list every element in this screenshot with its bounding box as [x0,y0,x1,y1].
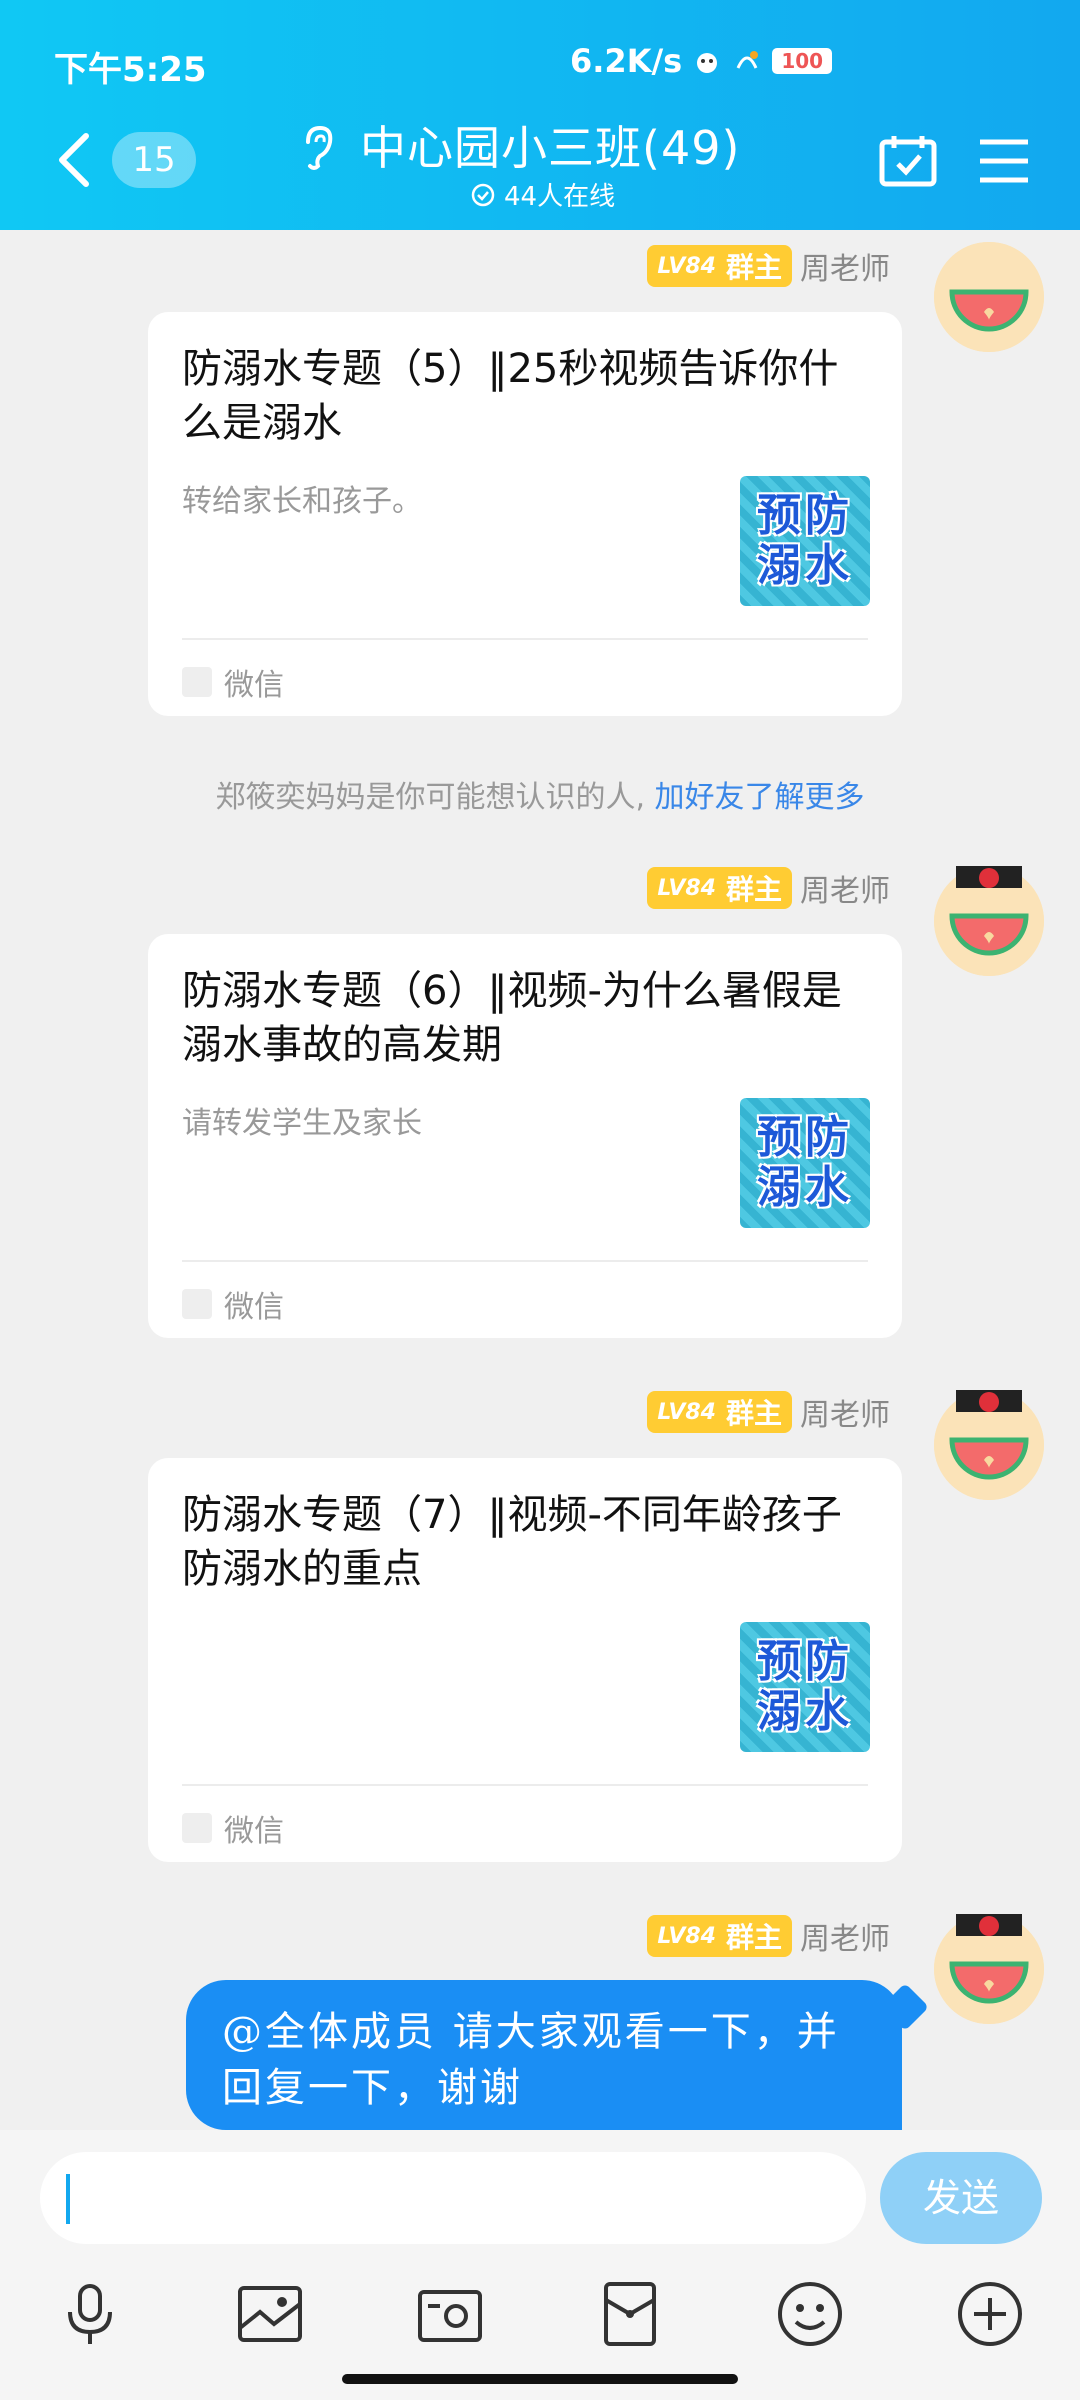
text-cursor [66,2174,70,2224]
sender-info: LV84 群主 周老师 [647,866,890,910]
camera-icon[interactable] [414,2278,486,2350]
shared-link-card[interactable]: 防溺水专题（6）‖视频-为什么暑假是溺水事故的高发期 请转发学生及家长 预防 溺… [148,934,902,1338]
menu-icon[interactable] [978,136,1030,186]
input-toolbar [0,2278,1080,2358]
card-thumbnail: 预防 溺水 [740,1098,870,1228]
wave-notification-icon [736,51,759,69]
sender-name[interactable]: 周老师 [800,866,890,910]
chat-title[interactable]: 中心园小三班(49) [360,112,740,178]
level-badge: LV84 群主 [647,245,792,287]
card-thumbnail: 预防 溺水 [740,476,870,606]
network-speed: 6.2K/s [570,42,683,80]
add-friend-link[interactable]: 加好友了解更多 [655,780,865,815]
status-indicators: 6.2K/s 100 [570,42,833,80]
wechat-icon [182,1813,212,1843]
emoji-icon[interactable] [774,2278,846,2350]
text-message-bubble[interactable]: @全体成员 请大家观看一下，并回复一下，谢谢 [186,1980,902,2130]
card-source: 微信 [182,1282,284,1326]
back-button[interactable] [50,128,100,192]
online-count: 44人在线 [504,182,616,212]
shared-link-card[interactable]: 防溺水专题（5）‖25秒视频告诉你什么是溺水 转给家长和孩子。 预防 溺水 微信 [148,312,902,716]
avatar[interactable] [934,1914,1044,2024]
watermelon-avatar-icon [934,866,1044,976]
image-icon[interactable] [234,2278,306,2350]
divider [182,1784,868,1786]
send-button[interactable]: 发送 [880,2152,1042,2244]
level-badge: LV84 群主 [647,1391,792,1433]
red-packet-icon[interactable] [594,2278,666,2350]
card-source: 微信 [182,1806,284,1850]
card-title: 防溺水专题（6）‖视频-为什么暑假是溺水事故的高发期 [182,968,842,1068]
chat-header: 下午5:25 6.2K/s 100 15 中心园小三班(49) 44人在线 [0,0,1080,230]
divider [182,638,868,640]
system-tip: 郑筱奕妈妈是你可能想认识的人, 加好友了解更多 [215,780,865,815]
calendar-check-icon[interactable] [878,132,938,188]
battery-icon: 100 [772,48,833,74]
check-circle-icon [471,183,495,206]
microphone-icon[interactable] [54,2278,126,2350]
watermelon-avatar-icon [934,242,1044,352]
home-indicator[interactable] [342,2374,738,2384]
card-title: 防溺水专题（5）‖25秒视频告诉你什么是溺水 [182,346,839,446]
ear-icon[interactable] [298,122,338,172]
divider [182,1260,868,1262]
sender-name[interactable]: 周老师 [800,1390,890,1434]
level-badge: LV84 群主 [647,867,792,909]
status-time: 下午5:25 [54,50,207,90]
sender-info: LV84 群主 周老师 [647,1390,890,1434]
card-title: 防溺水专题（7）‖视频-不同年龄孩子防溺水的重点 [182,1492,842,1592]
unread-count-badge[interactable]: 15 [112,132,196,188]
sender-info: LV84 群主 周老师 [647,244,890,288]
card-description: 转给家长和孩子。 [182,484,422,519]
app-notification-icon [697,53,718,73]
plus-icon[interactable] [954,2278,1026,2350]
online-status[interactable]: 44人在线 [470,176,615,213]
level-badge: LV84 群主 [647,1915,792,1957]
sender-name[interactable]: 周老师 [800,244,890,288]
status-bar: 下午5:25 6.2K/s 100 [0,0,1080,120]
input-area: 发送 [0,2130,1080,2400]
wechat-icon [182,667,212,697]
avatar[interactable] [934,866,1044,976]
watermelon-avatar-icon [934,1390,1044,1500]
avatar[interactable] [934,242,1044,352]
sender-info: LV84 群主 周老师 [647,1914,890,1958]
watermelon-avatar-icon [934,1914,1044,2024]
sender-name[interactable]: 周老师 [800,1914,890,1958]
card-description: 请转发学生及家长 [182,1106,422,1141]
card-source: 微信 [182,660,284,704]
message-input[interactable] [40,2152,866,2244]
shared-link-card[interactable]: 防溺水专题（7）‖视频-不同年龄孩子防溺水的重点 预防 溺水 微信 [148,1458,902,1862]
wechat-icon [182,1289,212,1319]
card-thumbnail: 预防 溺水 [740,1622,870,1752]
avatar[interactable] [934,1390,1044,1500]
